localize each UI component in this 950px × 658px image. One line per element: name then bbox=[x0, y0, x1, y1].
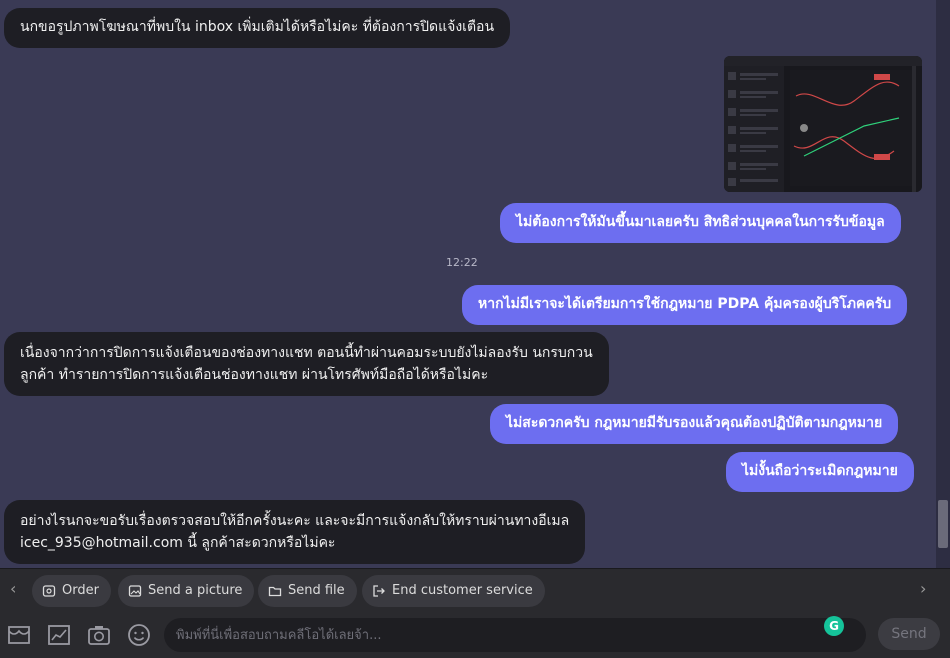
send-picture-label: Send a picture bbox=[148, 583, 243, 598]
order-icon bbox=[42, 585, 56, 597]
chat-scrollbar[interactable] bbox=[936, 0, 950, 568]
chat-history: นกขอรูปภาพโฆษณาที่พบใน inbox เพิ่มเติมได… bbox=[0, 0, 936, 568]
chevron-left-icon[interactable]: ‹ bbox=[10, 579, 16, 598]
message-timestamp: 12:22 bbox=[446, 256, 478, 269]
send-file-label: Send file bbox=[288, 583, 345, 598]
end-customer-service-button[interactable]: End customer service bbox=[362, 575, 545, 607]
exit-icon bbox=[373, 585, 385, 597]
message-outgoing: ไม่ต้องการให้มันขึ้นมาเลยครับ สิทธิส่วนบ… bbox=[500, 203, 901, 243]
picture-icon bbox=[128, 585, 142, 597]
attached-screenshot-image[interactable] bbox=[724, 56, 922, 192]
screenshot-thumbnail-icon bbox=[724, 56, 922, 192]
camera-icon[interactable] bbox=[86, 622, 112, 648]
scrollbar-thumb[interactable] bbox=[938, 500, 948, 548]
end-customer-service-label: End customer service bbox=[392, 583, 533, 598]
emoji-icon[interactable] bbox=[126, 622, 152, 648]
message-line: อย่างไรนกจะขอรับเรื่องตรวจสอบให้อีกครั้ง… bbox=[20, 513, 570, 529]
message-outgoing: ไม่งั้นถือว่าระเมิดกฎหมาย bbox=[726, 452, 914, 492]
send-button[interactable]: Send bbox=[878, 618, 940, 650]
message-input[interactable] bbox=[164, 618, 866, 652]
send-picture-button[interactable]: Send a picture bbox=[118, 575, 255, 607]
message-composer: G Send bbox=[0, 612, 950, 658]
folder-icon bbox=[268, 586, 282, 597]
message-incoming: นกขอรูปภาพโฆษณาที่พบใน inbox เพิ่มเติมได… bbox=[4, 8, 511, 48]
message-line: ลูกค้า ทำรายการปิดการแจ้งเตือนช่องทางแชท… bbox=[20, 367, 489, 383]
order-button[interactable]: Order bbox=[32, 575, 111, 607]
message-incoming: เนื่องจากว่าการปิดการแจ้งเตือนของช่องทาง… bbox=[4, 332, 609, 396]
send-file-button[interactable]: Send file bbox=[258, 575, 357, 607]
message-incoming: อย่างไรนกจะขอรับเรื่องตรวจสอบให้อีกครั้ง… bbox=[4, 500, 586, 564]
order-label: Order bbox=[62, 583, 99, 598]
chevron-right-icon[interactable]: › bbox=[920, 579, 926, 598]
shop-icon[interactable] bbox=[6, 622, 32, 648]
grammarly-icon[interactable]: G bbox=[824, 616, 844, 636]
chart-icon[interactable] bbox=[46, 622, 72, 648]
message-outgoing: ไม่สะดวกครับ กฎหมายมีรับรองแล้วคุณต้องปฏ… bbox=[490, 404, 899, 444]
message-line: เนื่องจากว่าการปิดการแจ้งเตือนของช่องทาง… bbox=[20, 345, 593, 361]
message-outgoing: หากไม่มีเราจะได้เตรียมการใช้กฎหมาย PDPA … bbox=[462, 285, 908, 325]
message-line: icec_935@hotmail.com นี้ ลูกค้าสะดวกหรือ… bbox=[20, 535, 336, 551]
quick-action-bar: ‹ Order Send a picture Send file End cus… bbox=[0, 568, 950, 612]
